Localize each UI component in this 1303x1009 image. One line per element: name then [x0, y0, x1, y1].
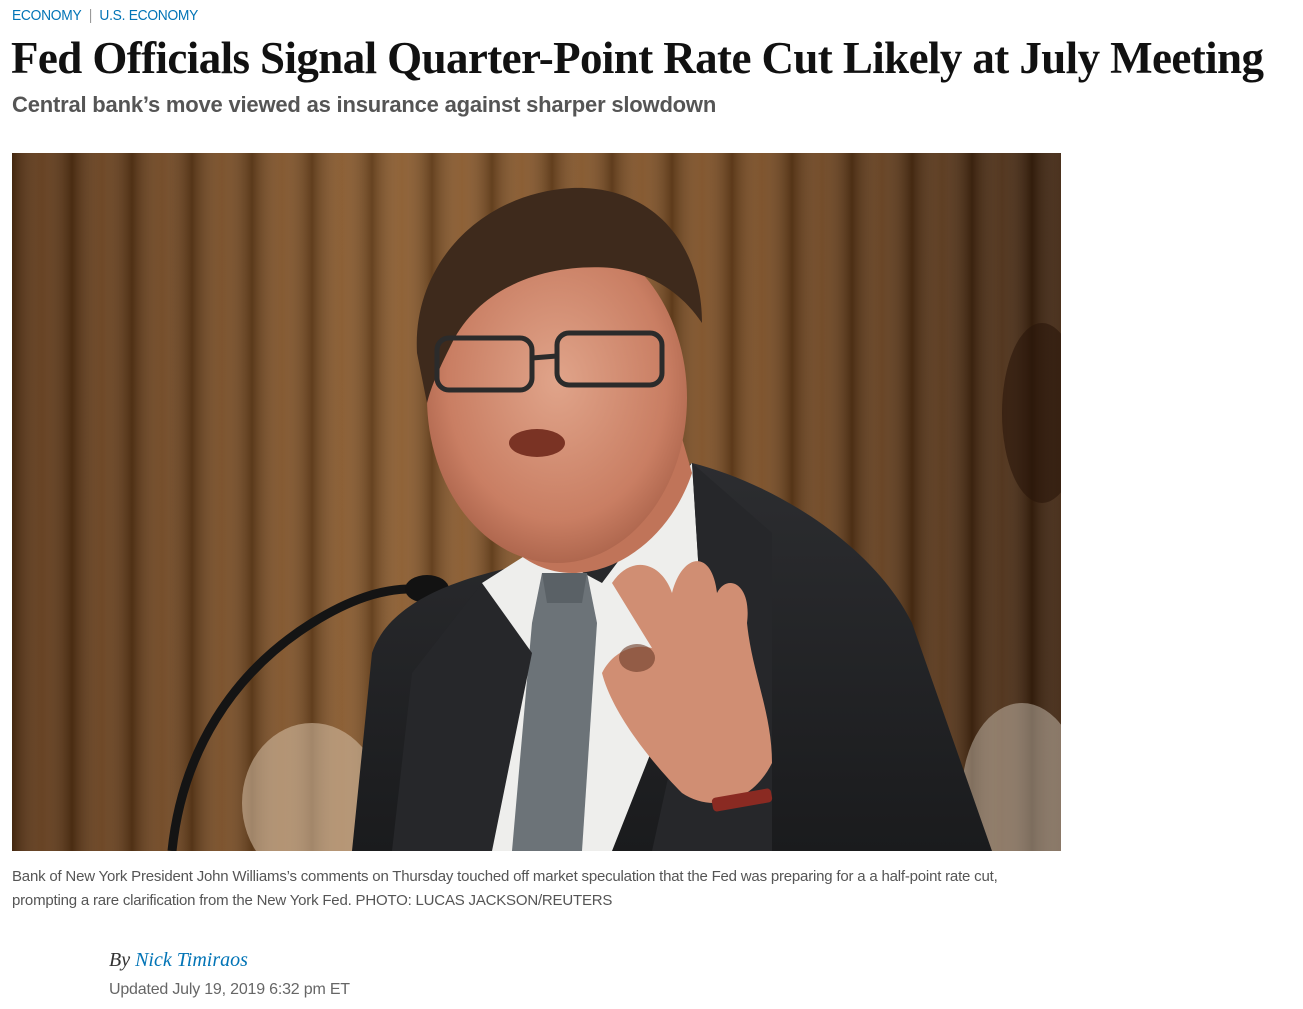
article-dek: Central bank’s move viewed as insurance …	[12, 92, 717, 117]
photo-credit: PHOTO: LUCAS JACKSON/REUTERS	[355, 892, 613, 909]
breadcrumb-section-economy[interactable]: ECONOMY	[12, 7, 82, 24]
byline-prefix: By	[109, 949, 131, 971]
breadcrumb-subsection-us-economy[interactable]: U.S. ECONOMY	[99, 7, 198, 24]
author-link[interactable]: Nick Timiraos	[135, 949, 248, 971]
byline: By Nick Timiraos	[109, 946, 248, 974]
breadcrumb-separator: |	[88, 7, 93, 24]
breadcrumb: ECONOMY | U.S. ECONOMY	[12, 7, 198, 24]
photo-caption: Bank of New York President John Williams…	[12, 865, 1057, 913]
article-headline: Fed Officials Signal Quarter-Point Rate …	[11, 33, 1264, 83]
updated-timestamp: Updated July 19, 2019 6:32 pm ET	[109, 981, 350, 998]
photo-illustration	[12, 153, 1061, 851]
article-photo[interactable]	[12, 153, 1061, 851]
